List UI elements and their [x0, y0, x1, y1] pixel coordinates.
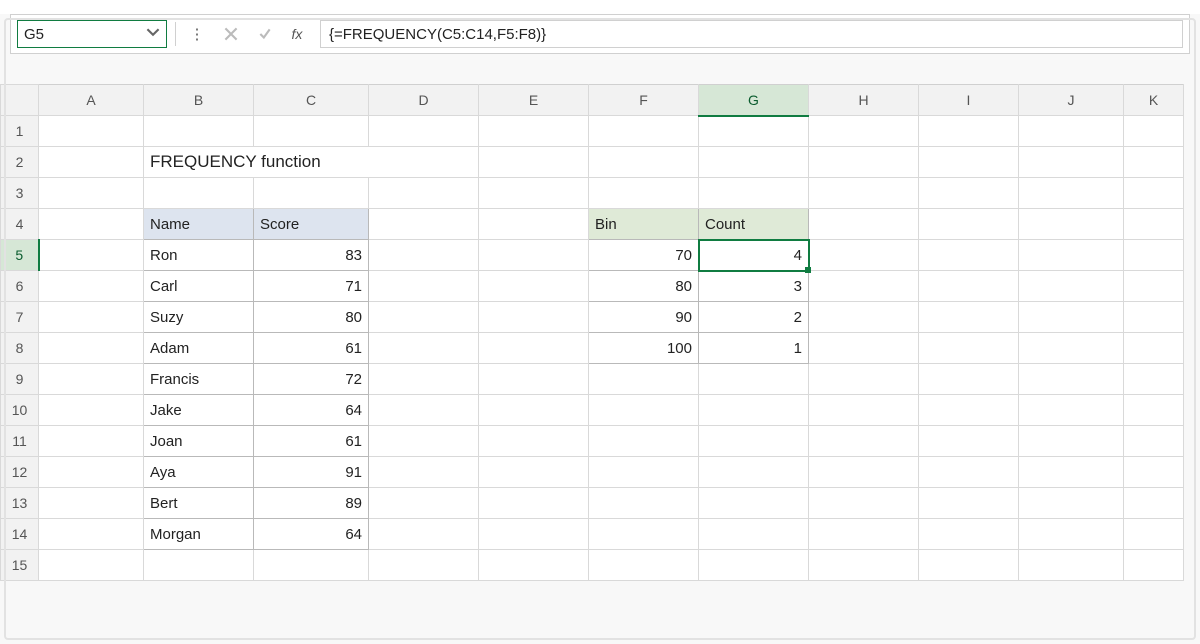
cell[interactable]: Ron	[144, 240, 254, 271]
enter-check-icon[interactable]	[252, 20, 278, 48]
col-header[interactable]: C	[254, 85, 369, 116]
cell[interactable]: 61	[254, 426, 369, 457]
row-header[interactable]: 4	[1, 209, 39, 240]
col-header[interactable]: D	[369, 85, 479, 116]
chevron-down-icon[interactable]	[146, 25, 160, 43]
row-header[interactable]: 3	[1, 178, 39, 209]
cell[interactable]: Carl	[144, 271, 254, 302]
cell[interactable]: 91	[254, 457, 369, 488]
column-header-row: A B C D E F G H I J K	[1, 85, 1184, 116]
cell[interactable]: 70	[589, 240, 699, 271]
cell[interactable]: 89	[254, 488, 369, 519]
cell[interactable]: Suzy	[144, 302, 254, 333]
row-header[interactable]: 2	[1, 147, 39, 178]
row-header[interactable]: 12	[1, 457, 39, 488]
cell[interactable]: 2	[699, 302, 809, 333]
col-header[interactable]: K	[1124, 85, 1184, 116]
cell[interactable]: Morgan	[144, 519, 254, 550]
table-header[interactable]: Bin	[589, 209, 699, 240]
cell[interactable]: Adam	[144, 333, 254, 364]
insert-function-button[interactable]: fx	[286, 20, 312, 48]
cell[interactable]: Aya	[144, 457, 254, 488]
row-header[interactable]: 6	[1, 271, 39, 302]
col-header[interactable]: A	[39, 85, 144, 116]
select-all-corner[interactable]	[1, 85, 39, 116]
more-icon[interactable]: ⋮	[184, 20, 210, 48]
table-header[interactable]: Count	[699, 209, 809, 240]
fx-label: fx	[292, 26, 303, 42]
cell-reference: G5	[24, 26, 44, 43]
excel-window: G5 ⋮ fx {=FREQUENCY(C5:C14,F5:F8)}	[0, 14, 1200, 644]
selected-cell[interactable]: 4	[699, 240, 809, 271]
col-header[interactable]: G	[699, 85, 809, 116]
cell[interactable]: 3	[699, 271, 809, 302]
grid-body: 1 2 FREQUENCY function 3 4 Name Score	[1, 116, 1184, 581]
row-header[interactable]: 15	[1, 550, 39, 581]
col-header[interactable]: B	[144, 85, 254, 116]
cell[interactable]: Bert	[144, 488, 254, 519]
formula-text: {=FREQUENCY(C5:C14,F5:F8)}	[329, 26, 546, 43]
row-header[interactable]: 13	[1, 488, 39, 519]
row-header[interactable]: 1	[1, 116, 39, 147]
cell[interactable]: 83	[254, 240, 369, 271]
cell[interactable]: 90	[589, 302, 699, 333]
col-header[interactable]: E	[479, 85, 589, 116]
cell[interactable]: 64	[254, 519, 369, 550]
cell[interactable]: Francis	[144, 364, 254, 395]
cell[interactable]: Jake	[144, 395, 254, 426]
cell[interactable]: 1	[699, 333, 809, 364]
divider	[175, 22, 176, 46]
row-header[interactable]: 14	[1, 519, 39, 550]
name-box[interactable]: G5	[17, 20, 167, 48]
cell[interactable]: Joan	[144, 426, 254, 457]
cell[interactable]: 71	[254, 271, 369, 302]
formula-bar: G5 ⋮ fx {=FREQUENCY(C5:C14,F5:F8)}	[10, 14, 1190, 54]
cell[interactable]: 72	[254, 364, 369, 395]
col-header[interactable]: I	[919, 85, 1019, 116]
col-header[interactable]: J	[1019, 85, 1124, 116]
spreadsheet-grid[interactable]: A B C D E F G H I J K 1 2	[0, 84, 1184, 581]
row-header[interactable]: 10	[1, 395, 39, 426]
page-title: FREQUENCY function	[144, 147, 479, 178]
col-header[interactable]: F	[589, 85, 699, 116]
cell[interactable]: 80	[589, 271, 699, 302]
cell[interactable]: 64	[254, 395, 369, 426]
col-header[interactable]: H	[809, 85, 919, 116]
formula-input[interactable]: {=FREQUENCY(C5:C14,F5:F8)}	[320, 20, 1183, 48]
cell[interactable]: 80	[254, 302, 369, 333]
row-header[interactable]: 11	[1, 426, 39, 457]
row-header[interactable]: 8	[1, 333, 39, 364]
table-header[interactable]: Score	[254, 209, 369, 240]
row-header[interactable]: 9	[1, 364, 39, 395]
table-header[interactable]: Name	[144, 209, 254, 240]
cancel-x-icon[interactable]	[218, 20, 244, 48]
cell[interactable]: 100	[589, 333, 699, 364]
row-header[interactable]: 7	[1, 302, 39, 333]
cell[interactable]: 61	[254, 333, 369, 364]
row-header[interactable]: 5	[1, 240, 39, 271]
